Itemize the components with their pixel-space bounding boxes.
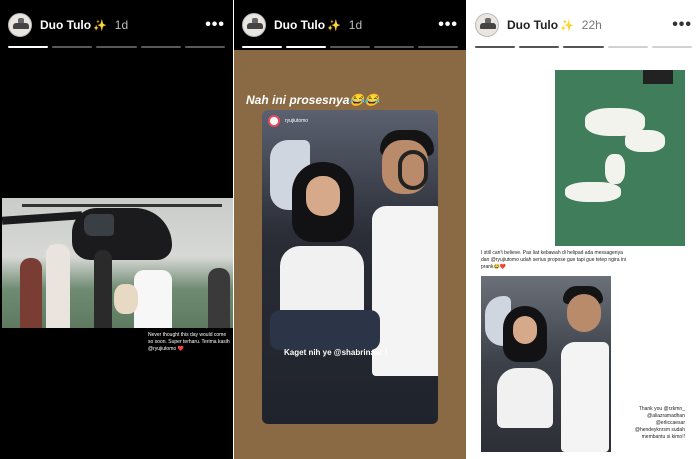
- story-header: Duo Tulo ✨ 1d •••: [0, 0, 233, 50]
- username[interactable]: Duo Tulo: [507, 18, 558, 32]
- story-panel-1[interactable]: Duo Tulo ✨ 1d ••• Never thought this day: [0, 0, 233, 459]
- story-progress-bar: [475, 46, 693, 48]
- story-title: Nah ini prosesnya😂😂: [246, 93, 380, 107]
- person: [46, 244, 70, 328]
- helicopter-rotor: [22, 204, 222, 207]
- progress-segment: [184, 46, 226, 48]
- progress-segment: [418, 46, 458, 48]
- person: [134, 270, 172, 328]
- story-header: Duo Tulo ✨ 1d •••: [234, 0, 466, 50]
- progress-segment: [563, 46, 604, 48]
- progress-segment: [140, 46, 181, 48]
- progress-segment: [52, 46, 93, 48]
- woman-face: [513, 316, 537, 344]
- story-caption: Never thought this day would come so soo…: [148, 332, 230, 352]
- person: [94, 250, 112, 328]
- story-header: Duo Tulo ✨ 22h •••: [467, 0, 700, 50]
- person: [20, 258, 42, 328]
- flower-arrangement: [605, 154, 625, 184]
- progress-segment: [475, 46, 516, 48]
- repost-header: ryujiutomo: [262, 110, 438, 132]
- progress-segment: [374, 46, 414, 48]
- flower-arrangement: [565, 182, 621, 202]
- more-options-icon[interactable]: •••: [438, 16, 458, 34]
- story-panel-2[interactable]: Duo Tulo ✨ 1d ••• Nah ini prosesnya😂😂 ry…: [234, 0, 466, 459]
- thanks-text: Thank you @rzkmn_ @aliazramadhan @erlicc…: [634, 406, 685, 440]
- sparkle-icon: ✨: [93, 19, 107, 32]
- profile-avatar-icon[interactable]: [242, 13, 266, 37]
- woman-shirt: [497, 368, 553, 428]
- timestamp: 22h: [581, 18, 602, 32]
- progress-segment: [286, 46, 326, 48]
- repost-avatar-icon[interactable]: [268, 115, 280, 127]
- story-photo-helipad: [555, 70, 685, 246]
- man-shirt: [561, 342, 609, 452]
- man-head: [567, 294, 601, 332]
- bouquet: [114, 284, 138, 314]
- sparkle-icon: ✨: [327, 19, 341, 32]
- sparkle-icon: ✨: [560, 19, 574, 32]
- person: [208, 268, 230, 328]
- person-feet: [643, 70, 673, 84]
- jeans: [270, 310, 380, 350]
- progress-segment: [330, 46, 370, 48]
- repost-handle[interactable]: ryujiutomo: [285, 118, 308, 124]
- helicopter-tail: [2, 211, 83, 225]
- helicopter-window: [84, 214, 114, 236]
- stories-viewer: Duo Tulo ✨ 1d ••• Never thought this day: [0, 0, 700, 459]
- flower-arrangement: [625, 130, 665, 152]
- more-options-icon[interactable]: •••: [205, 16, 225, 34]
- progress-segment: [519, 46, 560, 48]
- story-sticker-text: Kaget nih ye @shabrinaar !: [284, 348, 388, 357]
- headset-icon: [398, 150, 428, 190]
- profile-avatar-icon[interactable]: [475, 13, 499, 37]
- progress-segment: [651, 46, 693, 48]
- woman-face: [306, 176, 340, 216]
- story-panel-3[interactable]: Duo Tulo ✨ 22h ••• I still can't believe…: [467, 0, 700, 459]
- progress-segment: [8, 46, 49, 48]
- heart-icon: ❤️: [177, 346, 184, 352]
- story-photo-cabin: [481, 276, 611, 452]
- progress-segment: [96, 46, 137, 48]
- timestamp: 1d: [114, 18, 129, 32]
- story-progress-bar: [242, 46, 458, 48]
- progress-segment: [242, 46, 282, 48]
- timestamp: 1d: [348, 18, 363, 32]
- story-text: I still can't believe. Pas liat kebawah …: [481, 250, 626, 270]
- more-options-icon[interactable]: •••: [672, 16, 692, 34]
- username[interactable]: Duo Tulo: [40, 18, 91, 32]
- story-progress-bar: [8, 46, 226, 48]
- profile-avatar-icon[interactable]: [8, 13, 32, 37]
- reposted-story-card[interactable]: ryujiutomo Kaget nih ye @shabrinaar !: [262, 110, 438, 424]
- story-photo-helicopter: [2, 198, 233, 328]
- progress-segment: [607, 46, 648, 48]
- username[interactable]: Duo Tulo: [274, 18, 325, 32]
